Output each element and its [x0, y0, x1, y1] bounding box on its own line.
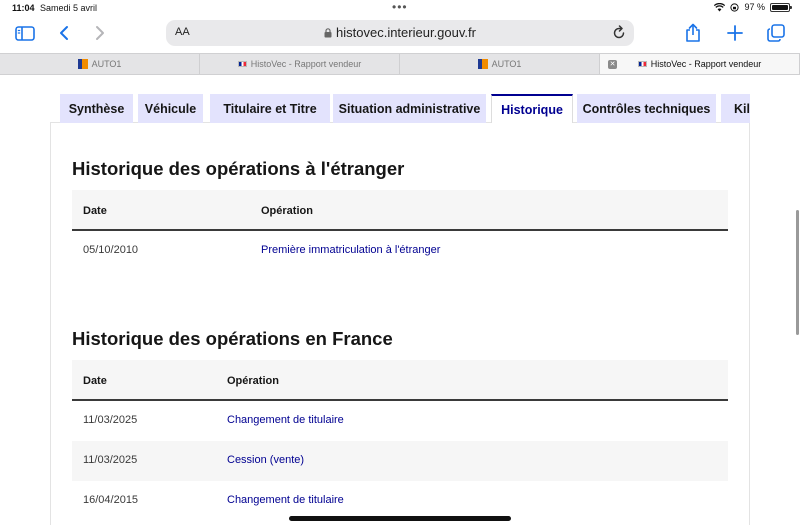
report-tabs: Synthèse Véhicule Titulaire et Titre Sit…: [60, 94, 750, 123]
web-page: Synthèse Véhicule Titulaire et Titre Sit…: [0, 76, 800, 525]
browser-tab-bar: AUTO1 HistoVec - Rapport vendeur AUTO1 ✕…: [0, 53, 800, 75]
row-operation: Changement de titulaire: [227, 494, 344, 506]
row-operation: Changement de titulaire: [227, 414, 344, 426]
tab-vehicule[interactable]: Véhicule: [138, 94, 203, 123]
battery-icon: [770, 2, 792, 12]
france-history-table: Date Opération 11/03/2025 Changement de …: [72, 360, 728, 521]
browser-tab[interactable]: AUTO1: [0, 54, 200, 74]
row-operation: Cession (vente): [227, 454, 305, 466]
col-date: Date: [83, 205, 107, 217]
battery-fill: [772, 4, 788, 10]
browser-tab-title: HistoVec - Rapport vendeur: [250, 59, 362, 69]
url-text: histovec.interieur.gouv.fr: [336, 25, 476, 40]
row-operation: Première immatriculation à l'étranger: [261, 244, 441, 256]
col-date: Date: [83, 375, 107, 387]
table-row: 11/03/2025 Changement de titulaire: [72, 401, 728, 441]
tab-situation-administrative[interactable]: Situation administrative: [333, 94, 486, 123]
status-time: 11:04: [12, 3, 35, 13]
col-operation: Opération: [261, 205, 313, 217]
table-row: 16/04/2015 Changement de titulaire: [72, 481, 728, 521]
reload-icon[interactable]: [612, 25, 626, 45]
status-date: Samedi 5 avril: [40, 3, 98, 13]
row-date: 16/04/2015: [83, 494, 139, 506]
share-icon[interactable]: [683, 20, 703, 46]
scroll-indicator[interactable]: [796, 210, 799, 335]
forward-icon[interactable]: [92, 20, 108, 46]
tab-overview-icon[interactable]: [766, 20, 786, 46]
browser-toolbar: AA histovec.interieur.gouv.fr: [0, 16, 800, 52]
status-bar: 11:04 Samedi 5 avril ••• 97 %: [0, 0, 800, 16]
auto1-favicon-icon: [477, 59, 488, 69]
browser-tab-title: AUTO1: [91, 59, 122, 69]
new-tab-icon[interactable]: [725, 20, 745, 46]
tab-synthese[interactable]: Synthèse: [60, 94, 133, 123]
france-history-title: Historique des opérations en France: [72, 328, 393, 349]
multitasking-dots-icon[interactable]: •••: [392, 0, 408, 14]
browser-tab[interactable]: HistoVec - Rapport vendeur: [200, 54, 400, 74]
close-tab-icon[interactable]: ✕: [608, 60, 617, 69]
row-date: 11/03/2025: [83, 414, 138, 426]
tab-titulaire-et-titre[interactable]: Titulaire et Titre: [210, 94, 330, 123]
table-header: Date Opération: [72, 360, 728, 401]
battery-percent: 97 %: [744, 2, 765, 12]
browser-tab-active[interactable]: ✕ HistoVec - Rapport vendeur: [600, 54, 800, 74]
lock-icon: [324, 28, 332, 38]
browser-tab-title: HistoVec - Rapport vendeur: [650, 59, 762, 69]
back-icon[interactable]: [56, 20, 72, 46]
tab-kilometrage[interactable]: Kilo: [721, 94, 750, 123]
auto1-favicon-icon: [77, 59, 88, 69]
table-row: 11/03/2025 Cession (vente): [72, 441, 728, 481]
sidebar-icon[interactable]: [14, 20, 36, 46]
orientation-lock-icon: [730, 2, 740, 12]
foreign-history-title: Historique des opérations à l'étranger: [72, 158, 405, 179]
foreign-history-table: Date Opération 05/10/2010 Première immat…: [72, 190, 728, 271]
france-flag-favicon-icon: [237, 61, 247, 67]
table-row: 05/10/2010 Première immatriculation à l'…: [72, 231, 728, 271]
tab-historique[interactable]: Historique: [491, 94, 573, 123]
tab-controles-techniques[interactable]: Contrôles techniques: [577, 94, 716, 123]
browser-tab-title: AUTO1: [491, 59, 522, 69]
status-right: 97 %: [714, 2, 792, 12]
col-operation: Opération: [227, 375, 279, 387]
wifi-icon: [714, 2, 726, 11]
home-indicator[interactable]: [289, 516, 511, 521]
url-display[interactable]: histovec.interieur.gouv.fr: [166, 25, 634, 40]
row-date: 11/03/2025: [83, 454, 138, 466]
row-date: 05/10/2010: [83, 244, 139, 256]
table-header: Date Opération: [72, 190, 728, 231]
address-bar[interactable]: AA histovec.interieur.gouv.fr: [166, 20, 634, 46]
browser-tab[interactable]: AUTO1: [400, 54, 600, 74]
france-flag-favicon-icon: [637, 61, 647, 67]
